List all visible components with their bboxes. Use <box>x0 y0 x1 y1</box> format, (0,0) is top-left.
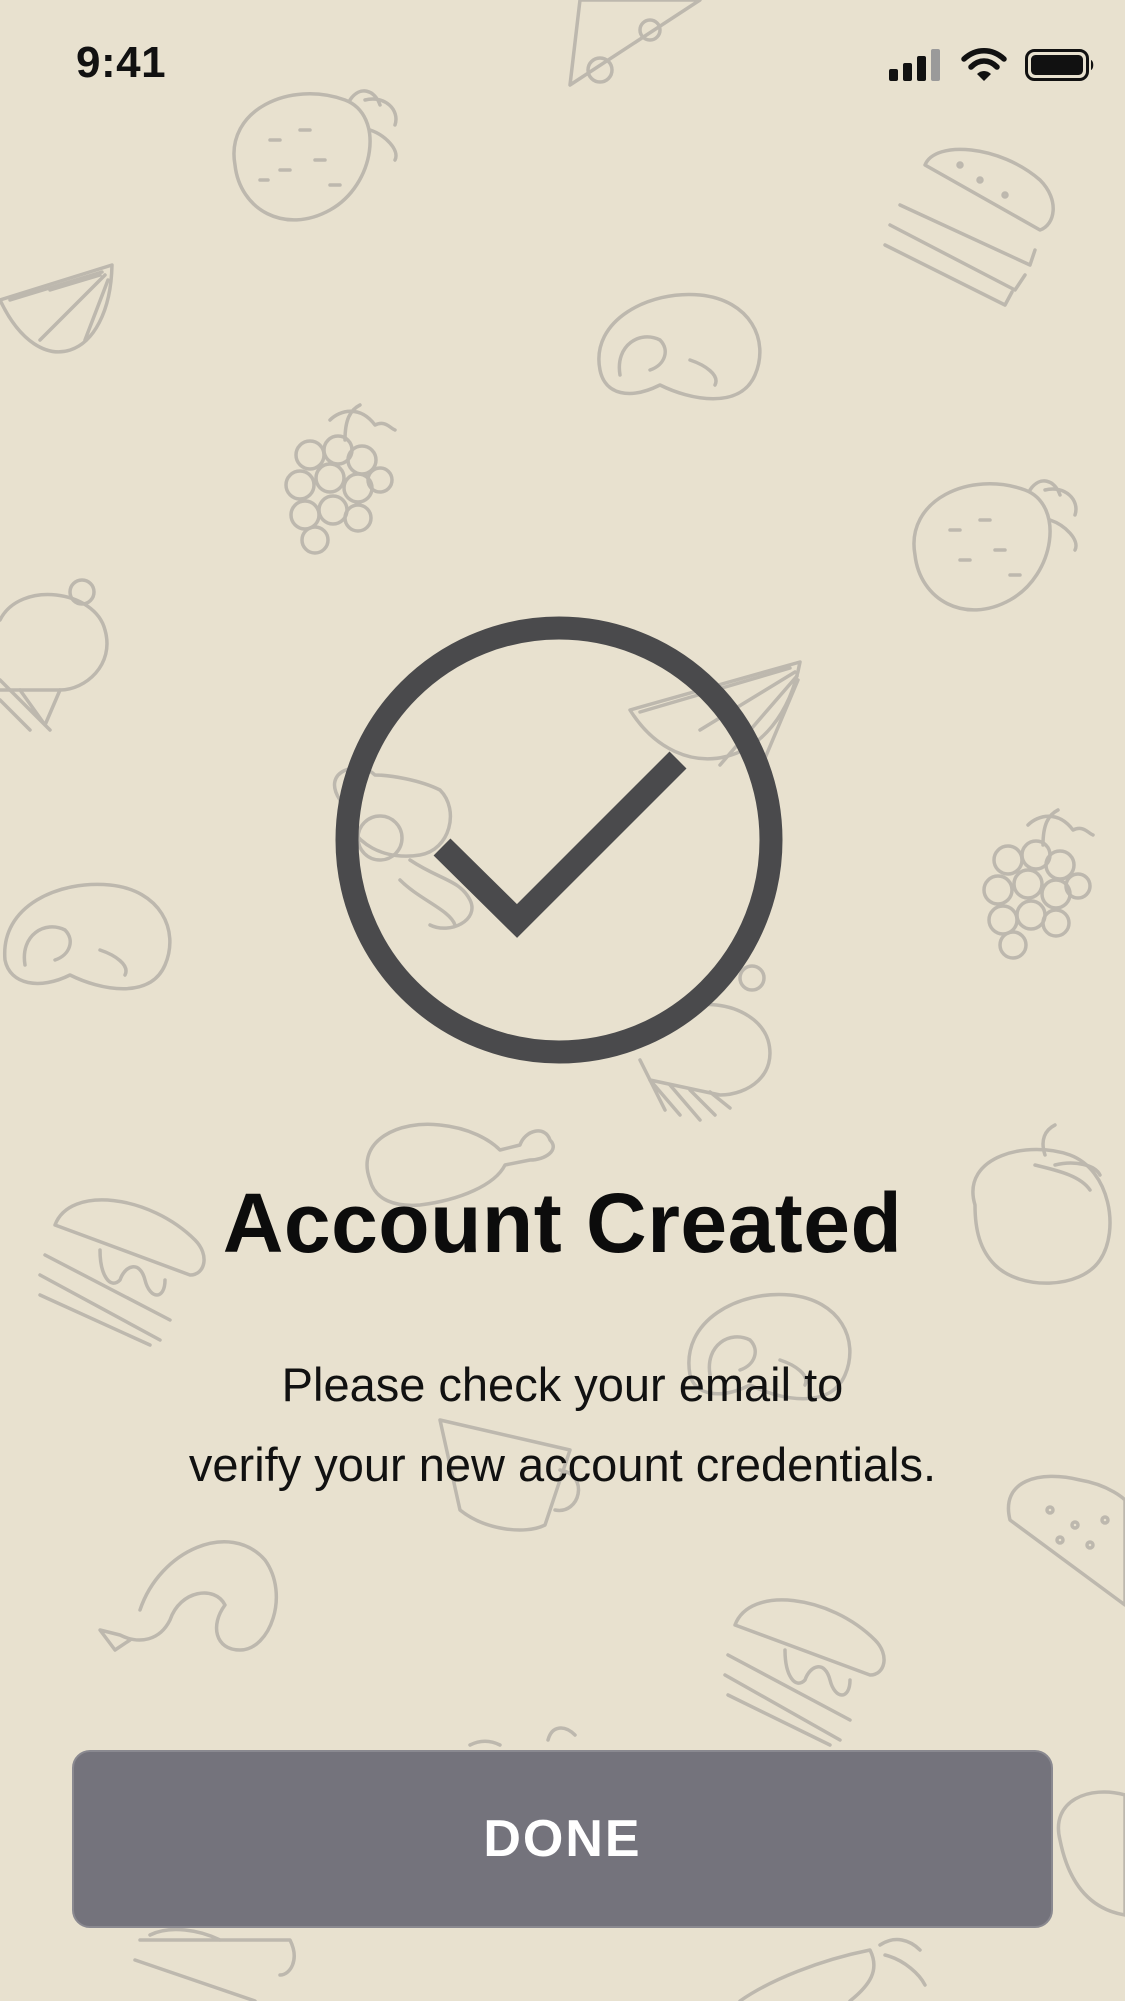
pancakes-icon <box>723 1598 886 1747</box>
message-line-1: Please check your email to <box>281 1358 844 1411</box>
confirmation-message: Please check your email to verify your n… <box>0 1345 1125 1505</box>
grapes-icon <box>982 808 1095 960</box>
lemon-slice-icon <box>0 263 114 354</box>
drumstick-icon <box>468 1726 577 1747</box>
cupcake-icon <box>0 578 109 732</box>
shrimp-icon <box>98 1540 279 1652</box>
cellular-signal-icon <box>889 49 940 81</box>
done-button[interactable]: DONE <box>72 1750 1053 1928</box>
grapes-icon <box>284 403 397 555</box>
strawberry-icon <box>912 479 1078 612</box>
check-circle-icon <box>335 616 783 1064</box>
sandwich-icon <box>133 1927 296 2001</box>
status-icons <box>889 48 1095 82</box>
steak-icon <box>3 882 172 991</box>
wifi-icon <box>961 48 1007 81</box>
carrot-icon <box>738 1937 927 2001</box>
page-title: Account Created <box>222 1176 903 1270</box>
steak-icon <box>597 292 762 401</box>
tomato-icon <box>1056 1790 1125 1917</box>
battery-icon <box>1025 49 1094 81</box>
status-time: 9:41 <box>76 38 167 87</box>
burger-icon <box>883 147 1055 307</box>
message-line-2: verify your new account credentials. <box>188 1438 937 1491</box>
status-bar: 9:41 <box>0 0 1125 130</box>
